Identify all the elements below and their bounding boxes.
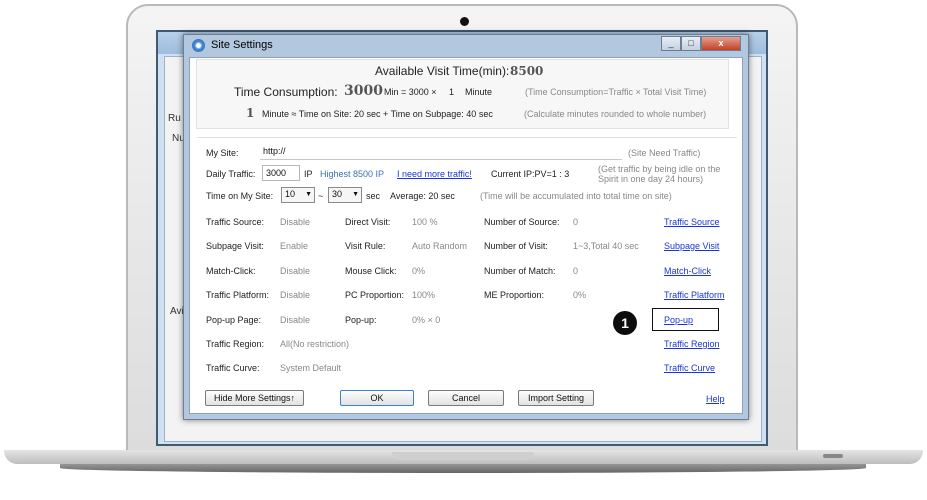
subpage-visit-value: Enable — [280, 241, 309, 251]
my-site-label: My Site: — [206, 148, 239, 158]
time-on-site-label: Time on My Site: — [206, 191, 274, 201]
laptop-base-shadow — [60, 463, 866, 473]
range-tilde: ~ — [318, 191, 324, 201]
min-time-select[interactable]: 10 ▼ — [281, 187, 315, 203]
power-indicator-icon — [823, 454, 843, 458]
traffic-region-label: Traffic Region: — [206, 339, 265, 349]
traffic-source-link[interactable]: Traffic Source — [664, 217, 720, 227]
max-time-value: 30 — [332, 189, 343, 199]
traffic-source-value: Disable — [280, 217, 311, 227]
need-more-traffic-link[interactable]: I need more traffic! — [397, 169, 472, 179]
background-label: Avi — [170, 306, 184, 317]
minimize-button[interactable]: _ — [661, 36, 681, 51]
divider — [197, 137, 737, 138]
close-button[interactable]: x — [701, 36, 741, 51]
callout-badge: 1 — [613, 311, 637, 335]
time-unit: sec — [366, 191, 381, 201]
daily-traffic-note: Spirit in one day 24 hours) — [598, 174, 704, 184]
dialog-title: Site Settings — [211, 39, 273, 51]
consumption-value: 3000 — [344, 83, 383, 99]
traffic-region-link[interactable]: Traffic Region — [664, 339, 720, 349]
popup-page-value: Disable — [280, 315, 311, 325]
number-of-match-value: 0 — [573, 266, 579, 276]
laptop-notch — [392, 452, 534, 460]
import-setting-button[interactable]: Import Setting — [518, 390, 594, 406]
match-click-label: Match-Click: — [206, 266, 256, 276]
my-site-note: (Site Need Traffic) — [628, 148, 701, 158]
ok-button[interactable]: OK — [340, 390, 414, 406]
match-click-value: Disable — [280, 266, 311, 276]
help-link[interactable]: Help — [706, 394, 725, 404]
number-of-source-label: Number of Source: — [484, 217, 560, 227]
visit-rule-value: Auto Random — [412, 241, 468, 251]
dropdown-arrow-icon: ▼ — [305, 191, 312, 198]
daily-traffic-input[interactable]: 3000 — [262, 165, 300, 181]
consumption-label: Time Consumption: — [234, 85, 338, 99]
cancel-button[interactable]: Cancel — [428, 390, 504, 406]
traffic-region-value: All(No restriction) — [280, 339, 350, 349]
minute-value: 1 — [246, 106, 255, 120]
dropdown-arrow-icon: ▼ — [352, 191, 359, 198]
daily-traffic-note: (Get traffic by being idle on the — [598, 164, 721, 174]
popup-highlight-box — [652, 308, 719, 331]
me-proportion-value: 0% — [573, 290, 587, 300]
consumption-note: (Time Consumption=Traffic × Total Visit … — [525, 87, 707, 97]
number-of-match-label: Number of Match: — [484, 266, 556, 276]
popup-value: 0% × 0 — [412, 315, 441, 325]
ip-label: IP — [304, 169, 313, 179]
consumption-formula: Min = 3000 × — [384, 87, 437, 97]
current-ip-text: Current IP:PV=1 : 3 — [491, 169, 570, 179]
minute-note: (Calculate minutes rounded to whole numb… — [524, 109, 707, 119]
traffic-platform-label: Traffic Platform: — [206, 290, 270, 300]
me-proportion-label: ME Proportion: — [484, 290, 545, 300]
time-on-site-note: (Time will be accumulated into total tim… — [480, 191, 672, 201]
mouse-click-label: Mouse Click: — [345, 266, 397, 276]
available-visit-value: 8500 — [510, 64, 544, 78]
maximize-button[interactable]: □ — [681, 36, 701, 51]
background-label: Ru — [168, 113, 181, 124]
webcam-icon — [460, 17, 469, 26]
minute-equation: Minute ≈ Time on Site: 20 sec + Time on … — [262, 109, 493, 119]
mouse-click-value: 0% — [412, 266, 426, 276]
max-time-select[interactable]: 30 ▼ — [328, 187, 362, 203]
popup-page-label: Pop-up Page: — [206, 315, 262, 325]
pc-proportion-value: 100% — [412, 290, 436, 300]
match-click-link[interactable]: Match-Click — [664, 266, 711, 276]
daily-traffic-label: Daily Traffic: — [206, 169, 256, 179]
app-logo-icon — [192, 39, 205, 52]
popup-label: Pop-up: — [345, 315, 377, 325]
number-of-visit-value: 1~3,Total 40 sec — [573, 241, 639, 251]
direct-visit-label: Direct Visit: — [345, 217, 391, 227]
traffic-curve-link[interactable]: Traffic Curve — [664, 363, 715, 373]
site-url-input[interactable]: http:// — [260, 144, 622, 160]
average-time: Average: 20 sec — [390, 191, 455, 201]
visit-rule-label: Visit Rule: — [345, 241, 386, 251]
consumption-unit: Minute — [465, 87, 493, 97]
consumption-factor: 1 — [449, 87, 455, 97]
pc-proportion-label: PC Proportion: — [345, 290, 405, 300]
subpage-visit-link[interactable]: Subpage Visit — [664, 241, 719, 251]
subpage-visit-label: Subpage Visit: — [206, 241, 264, 251]
traffic-source-label: Traffic Source: — [206, 217, 265, 227]
traffic-platform-link[interactable]: Traffic Platform — [664, 290, 725, 300]
number-of-visit-label: Number of Visit: — [484, 241, 548, 251]
number-of-source-value: 0 — [573, 217, 579, 227]
traffic-curve-value: System Default — [280, 363, 342, 373]
available-visit-label: Available Visit Time(min): — [375, 64, 510, 78]
direct-visit-value: 100 % — [412, 217, 438, 227]
traffic-platform-value: Disable — [280, 290, 311, 300]
traffic-curve-label: Traffic Curve: — [206, 363, 260, 373]
highest-ip-text: Highest 8500 IP — [320, 169, 385, 179]
min-time-value: 10 — [285, 189, 296, 199]
hide-more-settings-button[interactable]: Hide More Settings↑ — [205, 390, 304, 406]
